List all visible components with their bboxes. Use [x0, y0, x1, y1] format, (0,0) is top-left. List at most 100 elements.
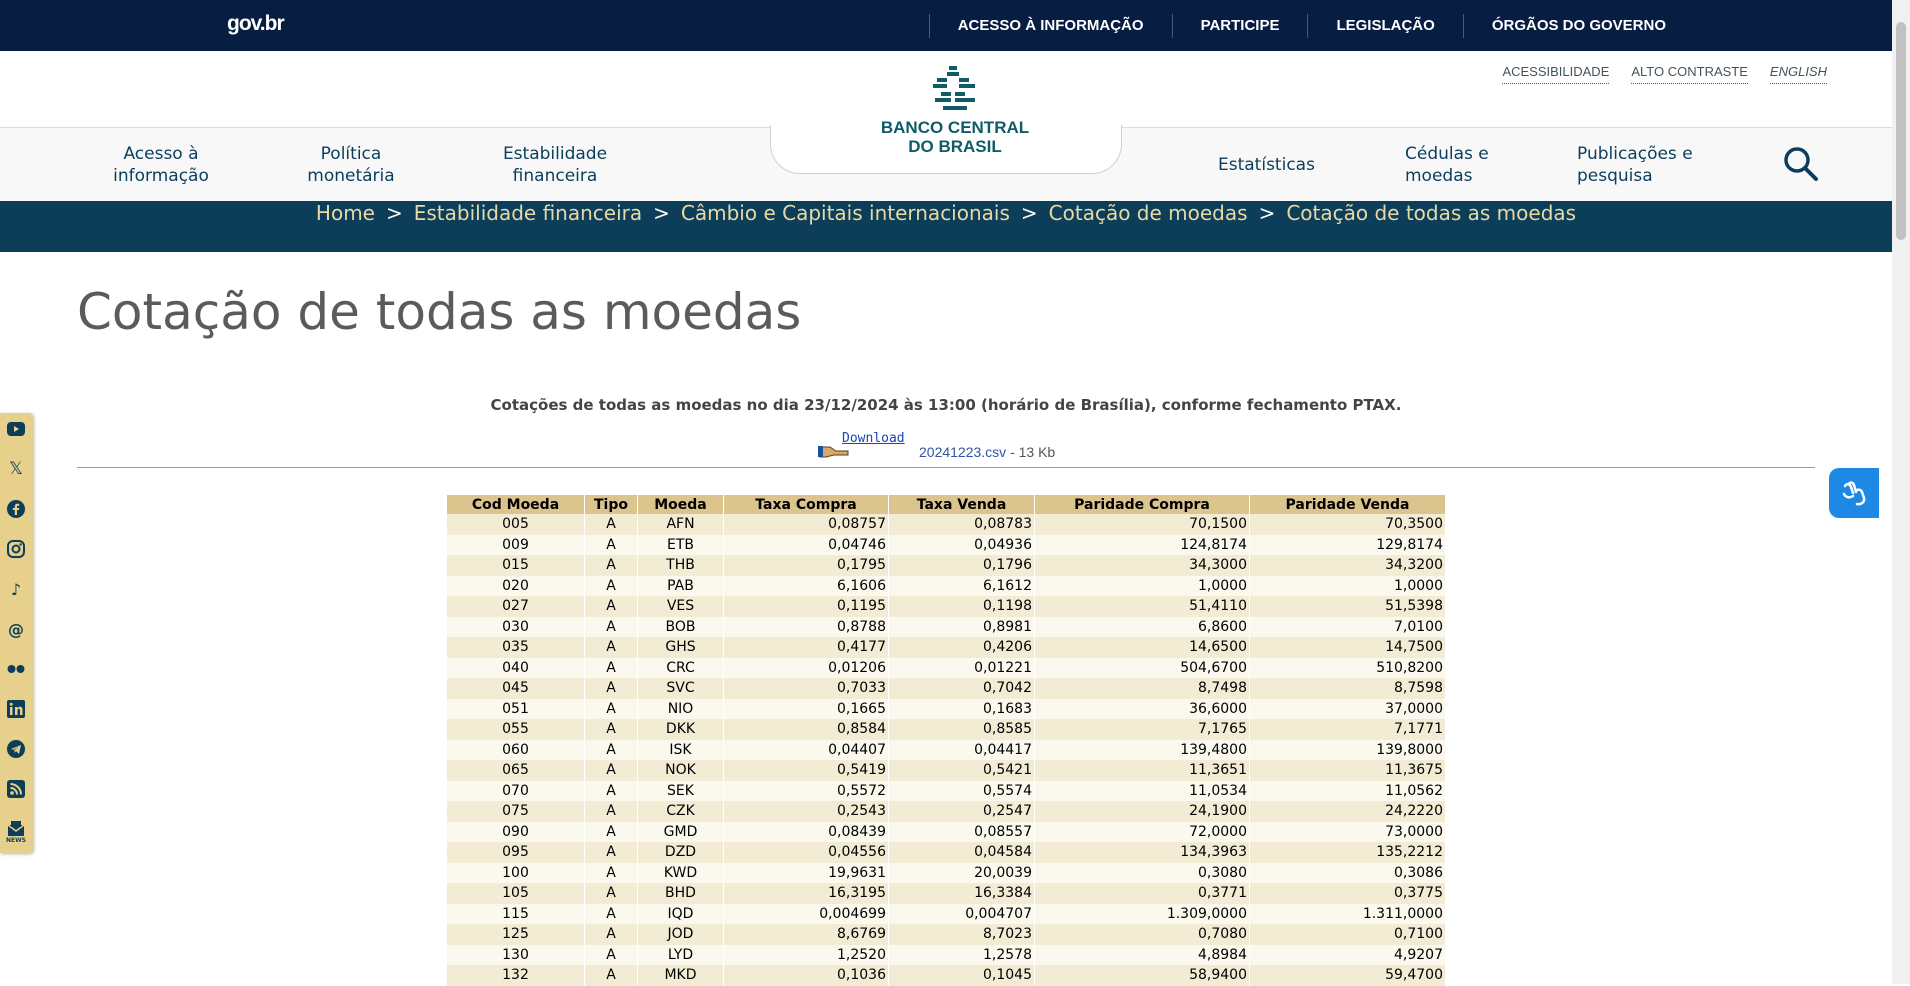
- news-icon[interactable]: NEWS: [6, 817, 26, 847]
- english-link[interactable]: ENGLISH: [1769, 64, 1827, 84]
- header-paridade-venda: Paridade Venda: [1249, 495, 1446, 514]
- gov-link-acesso[interactable]: ACESSO À INFORMAÇÃO: [928, 13, 1172, 38]
- nav-estatisticas[interactable]: Estatísticas: [1218, 128, 1315, 202]
- table-cell: BHD: [637, 883, 724, 904]
- breadcrumb-estabilidade[interactable]: Estabilidade financeira: [414, 201, 642, 225]
- table-cell: 139,4800: [1034, 739, 1250, 760]
- table-cell: 027: [447, 596, 585, 617]
- scrollbar-thumb[interactable]: [1896, 22, 1906, 240]
- flickr-icon[interactable]: [6, 659, 26, 679]
- table-cell: BOB: [637, 616, 724, 637]
- table-cell: VES: [637, 596, 724, 617]
- table-cell: 0,01206: [723, 657, 889, 678]
- table-cell: A: [584, 924, 638, 945]
- table-row: 070 A SEK 0,5572 0,5574 11,0534 11,0562: [447, 780, 1446, 801]
- table-cell: 1,0000: [1034, 575, 1250, 596]
- download-button[interactable]: Download: [842, 431, 905, 446]
- table-cell: A: [584, 883, 638, 904]
- table-cell: 0,8788: [723, 616, 889, 637]
- breadcrumb-cambio[interactable]: Câmbio e Capitais internacionais: [681, 201, 1010, 225]
- table-cell: 090: [447, 821, 585, 842]
- table-cell: 1,2520: [723, 944, 889, 965]
- download-file: 20241223.csv - 13 Kb: [919, 444, 1055, 460]
- accessibility-link[interactable]: ACESSIBILIDADE: [1502, 64, 1610, 84]
- table-cell: 0,5421: [888, 760, 1035, 781]
- utility-links: ACESSIBILIDADE ALTO CONTRASTE ENGLISH: [1502, 64, 1827, 84]
- nav-politica-monetaria[interactable]: Política monetária: [296, 128, 406, 202]
- header-moeda: Moeda: [637, 495, 724, 514]
- table-cell: 124,8174: [1034, 534, 1250, 555]
- table-cell: 045: [447, 678, 585, 699]
- table-cell: A: [584, 821, 638, 842]
- table-cell: 1.309,0000: [1034, 903, 1250, 924]
- breadcrumb-cotacao-moedas[interactable]: Cotação de moedas: [1049, 201, 1248, 225]
- table-cell: DZD: [637, 842, 724, 863]
- table-cell: 0,3771: [1034, 883, 1250, 904]
- table-cell: 70,3500: [1249, 514, 1446, 535]
- table-cell: 005: [447, 514, 585, 535]
- gov-link-participe[interactable]: PARTICIPE: [1171, 13, 1308, 38]
- nav-acesso-informacao[interactable]: Acesso à informação: [101, 128, 221, 202]
- table-cell: 70,1500: [1034, 514, 1250, 535]
- bcb-logo[interactable]: BANCO CENTRAL DO BRASIL: [855, 66, 1055, 156]
- social-sidebar: 𝕏 ♪ @ NEWS: [0, 413, 33, 853]
- table-row: 055 A DKK 0,8584 0,8585 7,1765 7,1771: [447, 719, 1446, 740]
- table-cell: 6,8600: [1034, 616, 1250, 637]
- nav-estabilidade-financeira[interactable]: Estabilidade financeira: [495, 128, 615, 202]
- scrollbar[interactable]: [1892, 0, 1910, 984]
- nav-cedulas-moedas[interactable]: Cédulas e moedas: [1405, 128, 1489, 202]
- breadcrumb-home[interactable]: Home: [316, 201, 375, 225]
- breadcrumb-current[interactable]: Cotação de todas as moedas: [1286, 201, 1576, 225]
- table-cell: 58,9400: [1034, 965, 1250, 986]
- threads-icon[interactable]: @: [6, 619, 26, 639]
- table-cell: 7,1765: [1034, 719, 1250, 740]
- table-cell: 0,4177: [723, 637, 889, 658]
- table-cell: SVC: [637, 678, 724, 699]
- telegram-icon[interactable]: [6, 739, 26, 759]
- header-taxa-compra: Taxa Compra: [723, 495, 889, 514]
- table-cell: A: [584, 534, 638, 555]
- table-cell: 0,2543: [723, 801, 889, 822]
- govbr-logo[interactable]: gov.br: [227, 12, 285, 36]
- facebook-icon[interactable]: [6, 499, 26, 519]
- table-cell: 6,1606: [723, 575, 889, 596]
- breadcrumb-separator: >: [653, 201, 670, 225]
- gov-links: ACESSO À INFORMAÇÃO PARTICIPE LEGISLAÇÃO…: [928, 0, 1892, 51]
- table-cell: 0,5419: [723, 760, 889, 781]
- table-cell: THB: [637, 555, 724, 576]
- youtube-icon[interactable]: [6, 419, 26, 439]
- nav-publicacoes-pesquisa[interactable]: Publicações e pesquisa: [1577, 128, 1693, 202]
- table-cell: 0,08557: [888, 821, 1035, 842]
- table-row: 045 A SVC 0,7033 0,7042 8,7498 8,7598: [447, 678, 1446, 699]
- table-cell: 8,6769: [723, 924, 889, 945]
- table-cell: 132: [447, 965, 585, 986]
- table-cell: 0,1195: [723, 596, 889, 617]
- x-icon[interactable]: 𝕏: [6, 459, 26, 479]
- csv-file-link[interactable]: 20241223.csv: [919, 444, 1006, 460]
- vlibras-button[interactable]: [1829, 468, 1879, 518]
- table-cell: A: [584, 698, 638, 719]
- table-row: 015 A THB 0,1795 0,1796 34,3000 34,3200: [447, 555, 1446, 576]
- table-cell: IQD: [637, 903, 724, 924]
- search-icon[interactable]: [1783, 146, 1819, 186]
- table-cell: ISK: [637, 739, 724, 760]
- rss-icon[interactable]: [6, 779, 26, 799]
- table-row: 051 A NIO 0,1665 0,1683 36,6000 37,0000: [447, 698, 1446, 719]
- linkedin-icon[interactable]: [6, 699, 26, 719]
- high-contrast-link[interactable]: ALTO CONTRASTE: [1631, 64, 1748, 84]
- header-tipo: Tipo: [584, 495, 638, 514]
- table-cell: JOD: [637, 924, 724, 945]
- tiktok-icon[interactable]: ♪: [6, 579, 26, 599]
- table-cell: 7,0100: [1249, 616, 1446, 637]
- instagram-icon[interactable]: [6, 539, 26, 559]
- table-cell: 37,0000: [1249, 698, 1446, 719]
- table-cell: 051: [447, 698, 585, 719]
- currency-table: Cod Moeda Tipo Moeda Taxa Compra Taxa Ve…: [447, 495, 1446, 986]
- gov-link-orgaos[interactable]: ÓRGÃOS DO GOVERNO: [1462, 13, 1694, 38]
- table-cell: 009: [447, 534, 585, 555]
- gov-link-legislacao[interactable]: LEGISLAÇÃO: [1307, 13, 1462, 38]
- table-cell: 0,1198: [888, 596, 1035, 617]
- table-cell: A: [584, 842, 638, 863]
- table-cell: A: [584, 514, 638, 535]
- table-cell: A: [584, 678, 638, 699]
